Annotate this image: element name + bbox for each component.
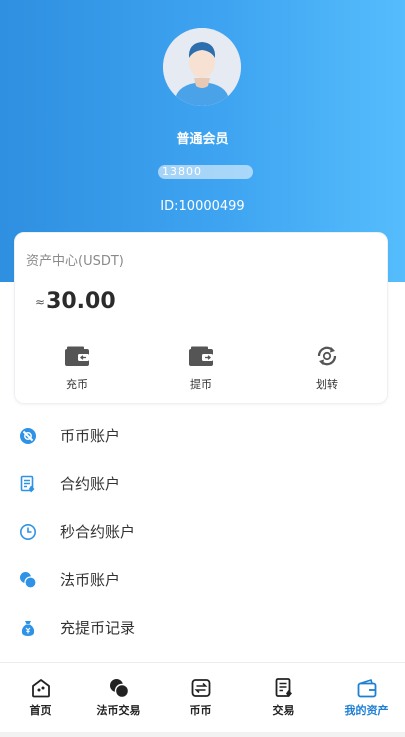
approx-symbol: ≈ [35, 294, 46, 309]
tab-home[interactable]: 首页 [0, 663, 81, 733]
clock-icon [20, 524, 36, 540]
asset-center-title: 资产中心(USDT) [26, 254, 124, 269]
tab-label: 币币 [189, 704, 212, 717]
avatar[interactable] [163, 28, 241, 106]
wallet-in-icon [65, 346, 89, 366]
menu-label: 法币账户 [60, 571, 121, 589]
coin-exchange-icon [191, 679, 210, 697]
withdraw-button[interactable]: 提币 [161, 341, 241, 397]
my-assets-page: 普通会员 13800 ID:10000499 资产中心(USDT) ≈30.00… [0, 0, 405, 737]
phone-text: 13800 [162, 165, 202, 178]
tab-label: 首页 [29, 704, 52, 717]
menu-item-fiat-account[interactable]: 法币账户 [0, 556, 405, 604]
menu-label: 合约账户 [60, 475, 121, 493]
tab-my-assets[interactable]: 我的资产 [326, 663, 405, 733]
money-bag-icon [21, 621, 35, 636]
fiat-trade-icon [109, 679, 129, 699]
deposit-label: 充币 [66, 378, 88, 391]
asset-center-card: 资产中心(USDT) ≈30.00 充币 提币 划转 [14, 232, 388, 404]
tab-coin-exchange[interactable]: 币币 [160, 663, 241, 733]
coin-account-icon [20, 428, 36, 444]
transfer-icon [317, 346, 337, 366]
tab-label: 我的资产 [344, 704, 389, 717]
tab-label: 交易 [272, 704, 295, 717]
asset-actions: 充币 提币 划转 [15, 341, 389, 397]
menu-item-coin-account[interactable]: 币币账户 [0, 412, 405, 460]
home-icon [31, 679, 50, 698]
menu-item-contract-account[interactable]: 合约账户 [0, 460, 405, 508]
contract-icon [20, 475, 35, 493]
member-level: 普通会员 [176, 132, 229, 147]
menu-label: 充提币记录 [60, 619, 136, 637]
deposit-button[interactable]: 充币 [37, 341, 117, 397]
user-id: ID:10000499 [160, 199, 245, 214]
balance-amount: 30.00 [46, 289, 116, 314]
transfer-button[interactable]: 划转 [287, 341, 367, 397]
bottom-tab-bar: 首页 法币交易 币币 交易 我的资产 [0, 662, 405, 732]
menu-item-second-contract-account[interactable]: 秒合约账户 [0, 508, 405, 556]
transfer-label: 划转 [316, 378, 338, 391]
fiat-icon [20, 572, 37, 589]
trade-icon [275, 678, 292, 697]
menu-label: 币币账户 [60, 427, 121, 445]
account-menu: 币币账户 合约账户 秒合约账户 法币账户 充提币记录 [0, 412, 405, 652]
menu-label: 秒合约账户 [60, 523, 136, 541]
withdraw-label: 提币 [190, 378, 212, 391]
user-avatar-icon [163, 28, 241, 106]
menu-item-deposit-withdraw-records[interactable]: 充提币记录 [0, 604, 405, 652]
total-balance: ≈30.00 [35, 289, 116, 314]
tab-trade[interactable]: 交易 [243, 663, 324, 733]
tab-fiat-trade[interactable]: 法币交易 [78, 663, 159, 733]
phone-number-masked: 13800 [158, 165, 253, 179]
wallet-icon [357, 679, 376, 698]
tab-label: 法币交易 [96, 704, 141, 717]
wallet-out-icon [189, 346, 213, 366]
bottom-safe-area [0, 732, 405, 737]
